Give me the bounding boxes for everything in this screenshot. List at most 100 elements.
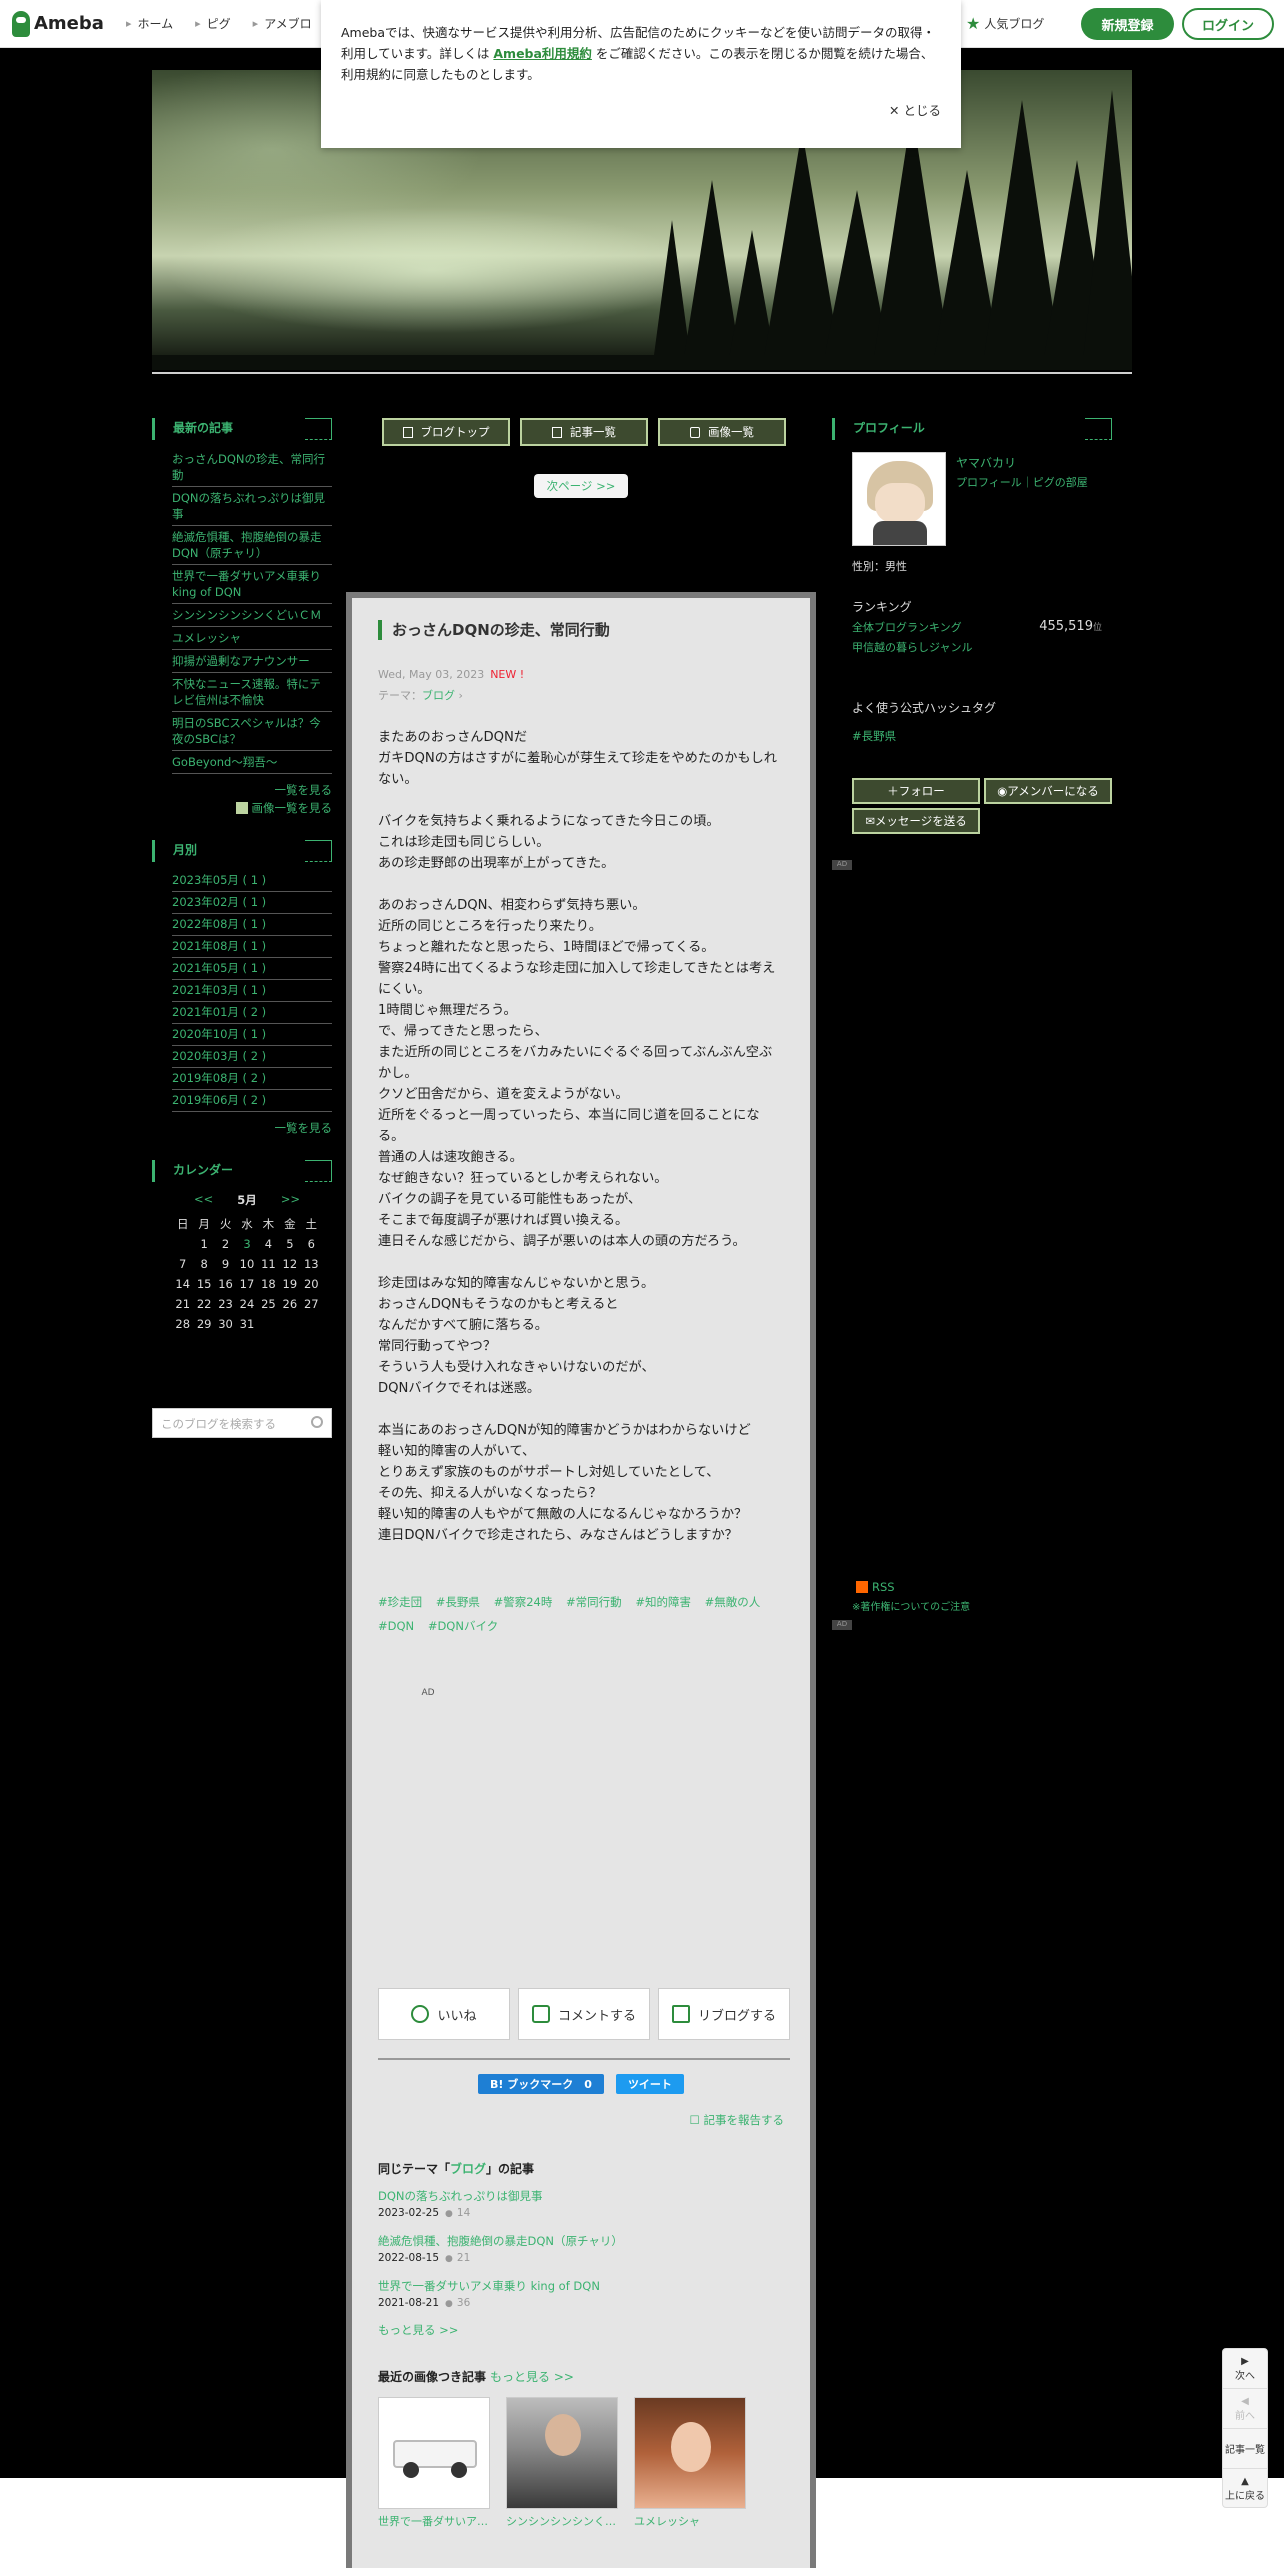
popular-blog-link[interactable]: ★ 人気ブログ (966, 14, 1044, 33)
pager-list[interactable]: 記事一覧 (1223, 2429, 1267, 2469)
recent-entry-item[interactable]: ユメレッシャ (172, 627, 332, 650)
ameba-logo[interactable]: Ameba (12, 10, 104, 37)
calendar-day: 10 (239, 1257, 255, 1271)
calendar-day: 17 (239, 1277, 255, 1291)
hashtag-link[interactable]: #珍走団 (378, 1595, 422, 1609)
recent-entry-item[interactable]: 抑揚が過剰なアナウンサー (172, 650, 332, 673)
send-message-button[interactable]: ✉ メッセージを送る (852, 808, 980, 834)
recent-entry-item[interactable]: GoBeyond～翔吾～ (172, 751, 332, 774)
hashtag-link[interactable]: #無敵の人 (705, 1595, 761, 1609)
image-list-more-link[interactable]: 画像一覧を見る (152, 800, 332, 816)
blog-search-input[interactable]: このブログを検索する (152, 1408, 332, 1438)
amember-button[interactable]: ◉ アメンバーになる (984, 778, 1112, 804)
copyright-note-link[interactable]: ※著作権についてのご注意 (852, 1598, 970, 1613)
avatar[interactable] (852, 452, 946, 546)
login-button[interactable]: ログイン (1182, 8, 1274, 40)
terms-link[interactable]: Ameba利用規約 (493, 46, 592, 61)
weekday: 水 (241, 1217, 253, 1231)
recent-entry-item[interactable]: おっさんDQNの珍走、常同行動 (172, 448, 332, 487)
month-item[interactable]: 2021年08月 ( 1 ) (172, 936, 332, 958)
monthly-more-link[interactable]: 一覧を見る (152, 1120, 333, 1136)
hashtag-link[interactable]: #常同行動 (566, 1595, 622, 1609)
calendar-next-link[interactable]: >> (281, 1192, 300, 1208)
like-count: 21 (445, 2252, 470, 2264)
hashtag-link[interactable]: #長野県 (852, 728, 1112, 744)
reblog-button[interactable]: リブログする (658, 1988, 790, 2040)
month-item[interactable]: 2020年10月 ( 1 ) (172, 1024, 332, 1046)
recent-entry-item[interactable]: シンシンシンシンくどいＣＭ (172, 604, 332, 627)
tweet-button[interactable]: ツイート (615, 2074, 684, 2094)
ranking-genre-link[interactable]: 甲信越の暮らしジャンル (852, 639, 1112, 655)
recent-image-caption[interactable]: シンシンシンシンく… (506, 2513, 618, 2529)
same-theme-item[interactable]: 世界で一番ダサいアメ車乗り king of DQN 2021-08-21 36 (378, 2277, 790, 2312)
month-item[interactable]: 2020年03月 ( 2 ) (172, 1046, 332, 1068)
recent-entry-item[interactable]: DQNの落ちぶれっぷりは御見事 (172, 487, 332, 526)
recent-image-card[interactable]: 世界で一番ダサいア… (378, 2397, 490, 2529)
calendar-prev-link[interactable]: << (194, 1192, 213, 1208)
same-theme-item[interactable]: 絶滅危惧種、抱腹絶倒の暴走DQN（原チャリ） 2022-08-15 21 (378, 2232, 790, 2267)
recent-entry-item[interactable]: 絶滅危惧種、抱腹絶倒の暴走DQN（原チャリ） (172, 526, 332, 565)
article-title[interactable]: おっさんDQNの珍走、常同行動 (378, 620, 784, 640)
nav-home[interactable]: ホーム (126, 15, 173, 32)
list-icon (552, 426, 562, 438)
month-item[interactable]: 2021年05月 ( 1 ) (172, 958, 332, 980)
same-theme-title[interactable]: 世界で一番ダサいアメ車乗り king of DQN (378, 2277, 790, 2295)
nav-ameblo[interactable]: アメブロ (253, 15, 311, 32)
ranking-label[interactable]: 全体ブログランキング (852, 621, 962, 634)
recent-entry-item[interactable]: 明日のSBCスペシャルは？今夜のSBCは？ (172, 712, 332, 751)
rss-link[interactable]: RSS (856, 1580, 895, 1594)
calendar-day: 8 (200, 1257, 208, 1271)
hashtag-link[interactable]: #長野県 (436, 1595, 480, 1609)
recent-image-caption[interactable]: 世界で一番ダサいア… (378, 2513, 490, 2529)
calendar-day[interactable]: 3 (236, 1234, 257, 1254)
search-icon[interactable] (311, 1416, 323, 1428)
pager-next[interactable]: ▶ 次へ (1223, 2349, 1267, 2389)
hashtag-link[interactable]: #知的障害 (635, 1595, 691, 1609)
woman-thumbnail[interactable] (634, 2397, 746, 2509)
theme-link[interactable]: ブログ (422, 689, 455, 702)
month-item[interactable]: 2022年08月 ( 1 ) (172, 914, 332, 936)
same-theme-link[interactable]: ブログ (450, 2162, 486, 2176)
entry-list-more-link[interactable]: 一覧を見る (152, 782, 333, 798)
recent-entry-item[interactable]: 不快なニュース速報。特にテレビ信州は不愉快 (172, 673, 332, 712)
ranking-heading: ランキング (852, 600, 912, 614)
profile-links[interactable]: プロフィール｜ピグの部屋 (956, 474, 1088, 490)
like-button[interactable]: いいね (378, 1988, 510, 2040)
month-item[interactable]: 2019年06月 ( 2 ) (172, 1090, 332, 1112)
hashtag-link[interactable]: #DQN (378, 1619, 414, 1633)
same-theme-item[interactable]: DQNの落ちぶれっぷりは御見事 2023-02-25 14 (378, 2187, 790, 2222)
pager-top[interactable]: ▲ 上に戻る (1223, 2469, 1267, 2509)
comment-button[interactable]: コメントする (518, 1988, 650, 2040)
recent-image-card[interactable]: ユメレッシャ (634, 2397, 746, 2529)
hashtag-link[interactable]: #DQNバイク (428, 1619, 498, 1633)
register-button[interactable]: 新規登録 (1081, 8, 1174, 40)
month-item[interactable]: 2023年05月 ( 1 ) (172, 870, 332, 892)
hatena-bookmark-button[interactable]: B! ブックマーク 0 (478, 2074, 604, 2094)
same-theme-more-link[interactable]: もっと見る >> (378, 2322, 790, 2338)
month-item[interactable]: 2023年02月 ( 1 ) (172, 892, 332, 914)
recent-image-card[interactable]: シンシンシンシンく… (506, 2397, 618, 2529)
month-item[interactable]: 2021年01月 ( 2 ) (172, 1002, 332, 1024)
next-page-button[interactable]: 次ページ >> (534, 474, 628, 498)
calendar-day: 11 (261, 1257, 276, 1271)
month-item[interactable]: 2021年03月 ( 1 ) (172, 980, 332, 1002)
recent-images-more-link[interactable]: もっと見る >> (490, 2370, 574, 2384)
month-item[interactable]: 2019年08月 ( 2 ) (172, 1068, 332, 1090)
follow-button[interactable]: ＋ フォロー (852, 778, 980, 804)
recent-image-caption[interactable]: ユメレッシャ (634, 2513, 746, 2529)
cookie-close-button[interactable]: ✕ とじる (889, 100, 941, 119)
image-list-button[interactable]: 画像一覧 (658, 418, 786, 446)
ad-badge: AD (832, 1620, 852, 1630)
profile-name[interactable]: ヤマバカリ (956, 454, 1016, 471)
entry-list-button[interactable]: 記事一覧 (520, 418, 648, 446)
blog-top-button[interactable]: ブログトップ (382, 418, 510, 446)
same-theme-title[interactable]: DQNの落ちぶれっぷりは御見事 (378, 2187, 790, 2205)
pager-prev[interactable]: ◀ 前へ (1223, 2389, 1267, 2429)
hashtag-link[interactable]: #警察24時 (494, 1595, 553, 1609)
nav-pigg[interactable]: ピグ (195, 15, 231, 32)
person-thumbnail[interactable] (506, 2397, 618, 2509)
report-article-link[interactable]: ☐ 記事を報告する (690, 2112, 784, 2128)
recent-entry-item[interactable]: 世界で一番ダサいアメ車乗り king of DQN (172, 565, 332, 604)
same-theme-title[interactable]: 絶滅危惧種、抱腹絶倒の暴走DQN（原チャリ） (378, 2232, 790, 2250)
truck-thumbnail[interactable] (378, 2397, 490, 2509)
